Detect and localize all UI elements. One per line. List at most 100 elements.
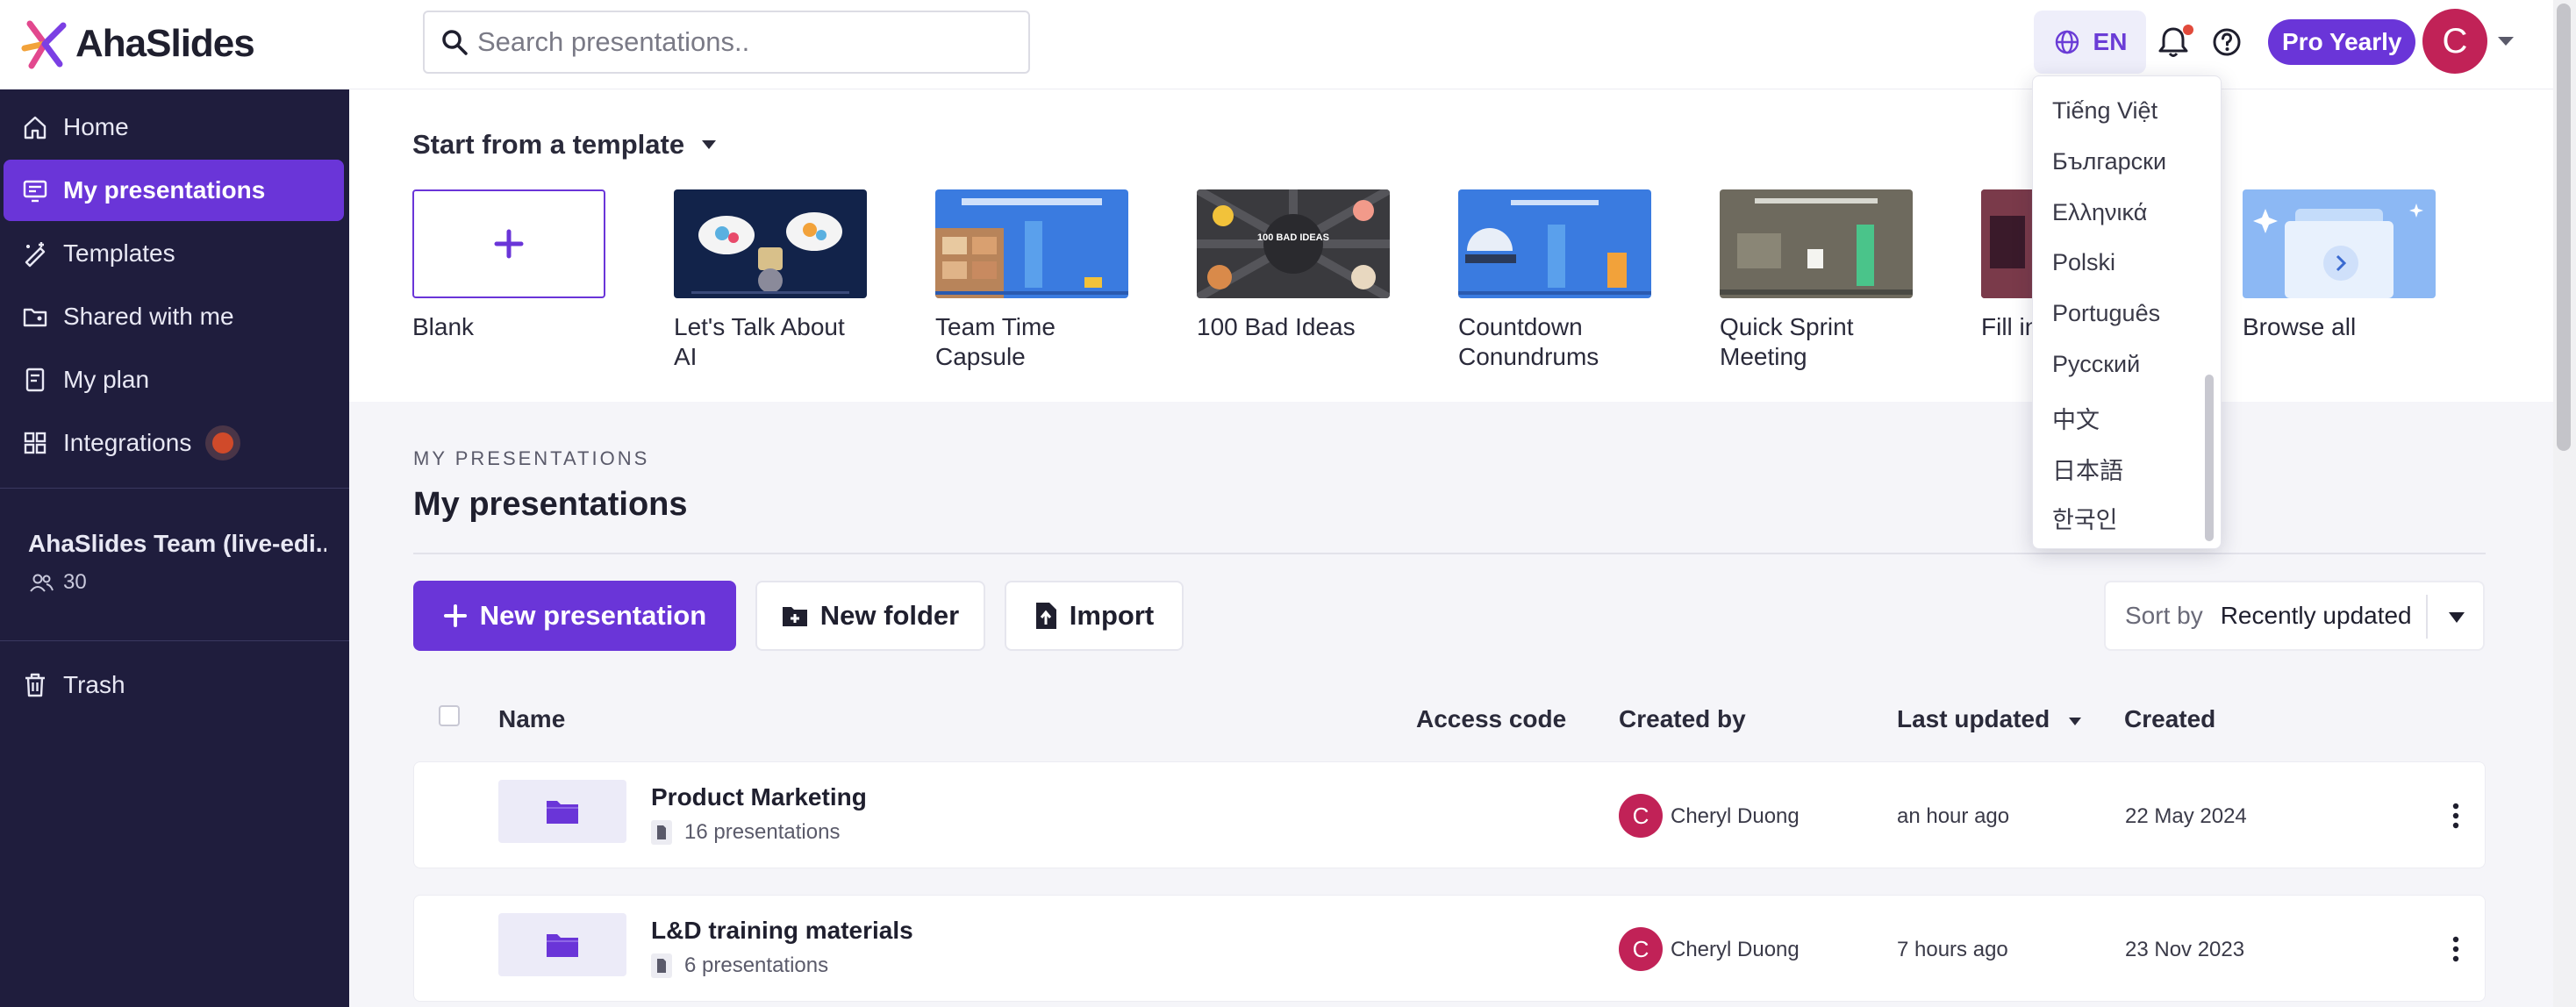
page-scroll-thumb[interactable] — [2557, 4, 2571, 451]
users-icon — [30, 574, 54, 592]
template-thumb — [674, 189, 867, 298]
new-presentation-button[interactable]: New presentation — [413, 581, 736, 651]
row-created: 23 Nov 2023 — [2125, 938, 2245, 961]
select-all-checkbox[interactable] — [439, 705, 460, 726]
presentation-icon — [23, 180, 47, 203]
language-option[interactable]: Русский — [2052, 351, 2140, 378]
template-thumb — [1458, 189, 1651, 298]
page-title: My presentations — [413, 486, 688, 523]
row-count: 16 presentations — [651, 820, 840, 845]
language-menu: Tiếng Việt Български Ελληνικά Polski Por… — [2032, 75, 2222, 549]
sprint-template-image — [1720, 198, 1913, 295]
language-option[interactable]: Ελληνικά — [2052, 199, 2147, 226]
team-name[interactable]: AhaSlides Team (live-edi... — [28, 530, 326, 558]
language-button[interactable]: EN — [2034, 11, 2146, 74]
template-card-sprint[interactable]: Quick Sprint Meeting — [1720, 189, 1913, 372]
template-heading-text: Start from a template — [412, 129, 685, 160]
column-header-created-by[interactable]: Created by — [1619, 705, 1746, 733]
row-created: 22 May 2024 — [2125, 804, 2247, 828]
browse-all-image — [2253, 204, 2423, 298]
search-input[interactable] — [477, 26, 1028, 58]
template-card-time-capsule[interactable]: Team Time Capsule — [935, 189, 1128, 372]
chevron-down-icon[interactable] — [2496, 33, 2515, 49]
bad-ideas-template-image: 100 BAD IDEAS — [1197, 189, 1390, 298]
template-thumb — [2243, 189, 2436, 298]
column-header-created[interactable]: Created — [2124, 705, 2215, 733]
app-logo[interactable]: AhaSlides — [19, 18, 255, 70]
time-capsule-template-image — [935, 198, 1128, 298]
language-option[interactable]: Tiếng Việt — [2052, 97, 2157, 125]
user-avatar[interactable]: C — [2422, 9, 2487, 74]
template-label: Team Time Capsule — [935, 313, 1055, 370]
import-file-icon — [1035, 603, 1056, 629]
ahaslides-logo-icon — [21, 20, 67, 69]
row-title[interactable]: L&D training materials — [651, 917, 913, 945]
sidebar-item-label: My plan — [63, 366, 150, 393]
countdown-template-image — [1458, 200, 1651, 295]
language-option[interactable]: Português — [2052, 300, 2160, 327]
import-label: Import — [1069, 600, 1155, 631]
template-card-browse-all[interactable]: Browse all — [2243, 189, 2436, 342]
sidebar-item-templates[interactable]: Templates — [4, 223, 344, 284]
creator-avatar: C — [1619, 927, 1663, 971]
template-label: Browse all — [2243, 313, 2357, 340]
table-row[interactable]: L&D training materials 6 presentations C… — [413, 895, 2486, 1002]
plus-icon — [494, 229, 524, 259]
row-last-updated: 7 hours ago — [1897, 938, 2008, 961]
sort-desc-icon — [2069, 717, 2082, 725]
more-options-icon[interactable] — [2450, 934, 2462, 964]
language-option[interactable]: 日本語 — [2052, 452, 2123, 486]
sort-dropdown[interactable]: Sort by Recently updated — [2104, 581, 2485, 651]
plan-badge[interactable]: Pro Yearly — [2268, 19, 2416, 65]
import-button[interactable]: Import — [1005, 581, 1184, 651]
plus-icon — [443, 604, 467, 627]
sidebar-item-my-presentations[interactable]: My presentations — [4, 160, 344, 221]
sidebar-divider — [0, 640, 349, 641]
new-presentation-label: New presentation — [479, 600, 707, 631]
sidebar-item-integrations[interactable]: Integrations — [4, 412, 344, 474]
search-icon — [442, 30, 468, 55]
new-folder-button[interactable]: New folder — [755, 581, 985, 651]
sidebar-item-label: Templates — [63, 239, 175, 267]
language-option[interactable]: 中文 — [2052, 401, 2100, 435]
language-code: EN — [2093, 28, 2128, 55]
row-title[interactable]: Product Marketing — [651, 783, 867, 811]
template-thumb — [935, 189, 1128, 298]
section-eyebrow: MY PRESENTATIONS — [413, 447, 650, 469]
column-header-last-updated[interactable]: Last updated — [1897, 705, 2083, 733]
template-card-countdown[interactable]: Countdown Conundrums — [1458, 189, 1651, 372]
sidebar-item-label: Integrations — [63, 429, 192, 456]
sidebar: Home My presentations Templates Shared w… — [0, 89, 349, 1007]
template-label: 100 Bad Ideas — [1197, 313, 1356, 340]
folder-plus-icon — [782, 607, 807, 626]
bad-ideas-thumb-text: 100 BAD IDEAS — [1257, 232, 1329, 243]
language-menu-scroll-thumb[interactable] — [2205, 375, 2214, 541]
sidebar-item-shared-with-me[interactable]: Shared with me — [4, 286, 344, 347]
new-folder-label: New folder — [819, 600, 960, 631]
template-card-bad-ideas[interactable]: 100 BAD IDEAS 100 Bad Ideas — [1197, 189, 1390, 342]
folder-icon — [547, 934, 578, 957]
table-row[interactable]: Product Marketing 16 presentations C Che… — [413, 761, 2486, 868]
sidebar-item-my-plan[interactable]: My plan — [4, 349, 344, 411]
language-option[interactable]: Polski — [2052, 249, 2115, 276]
template-card-ai[interactable]: Let's Talk About AI — [674, 189, 867, 372]
template-heading[interactable]: Start from a template — [412, 129, 718, 161]
sidebar-item-label: Home — [63, 113, 129, 140]
sidebar-item-trash[interactable]: Trash — [4, 654, 344, 716]
template-label: Blank — [412, 313, 475, 340]
sidebar-item-home[interactable]: Home — [4, 96, 344, 158]
template-card-blank[interactable]: Blank — [412, 189, 605, 342]
column-header-name[interactable]: Name — [498, 705, 565, 733]
team-member-count: 30 — [63, 570, 87, 594]
row-count-text: 16 presentations — [684, 820, 841, 844]
language-option[interactable]: 한국인 — [2052, 501, 2118, 535]
column-header-access-code[interactable]: Access code — [1416, 705, 1566, 733]
language-option[interactable]: Български — [2052, 148, 2166, 175]
template-thumb — [412, 189, 605, 298]
help-icon[interactable] — [2209, 25, 2244, 60]
sidebar-divider — [0, 488, 349, 489]
caret-down-icon — [2449, 612, 2465, 623]
template-section: Start from a template Blank Let's Talk A… — [349, 89, 2553, 402]
more-options-icon[interactable] — [2450, 801, 2462, 831]
template-label: Quick Sprint Meeting — [1720, 313, 1854, 370]
